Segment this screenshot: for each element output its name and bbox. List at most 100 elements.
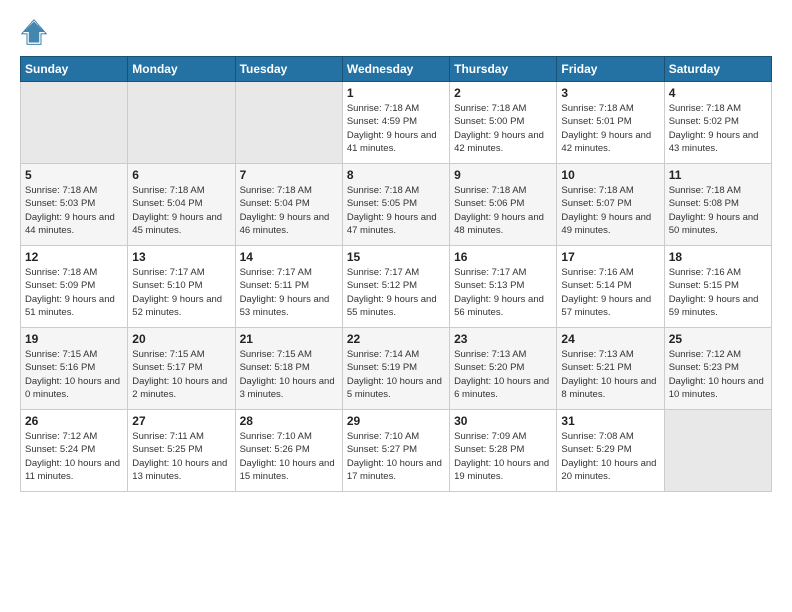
day-number: 17 xyxy=(561,250,659,264)
calendar-cell: 29Sunrise: 7:10 AM Sunset: 5:27 PM Dayli… xyxy=(342,410,449,492)
col-header-sunday: Sunday xyxy=(21,57,128,82)
calendar-week-0: 1 Sunrise: 7:18 AM Sunset: 4:59 PM Daylig… xyxy=(21,82,772,164)
cell-content: Sunrise: 7:18 AM Sunset: 5:06 PM Dayligh… xyxy=(454,184,552,237)
day-number: 13 xyxy=(132,250,230,264)
cell-content: Sunrise: 7:15 AM Sunset: 5:18 PM Dayligh… xyxy=(240,348,338,401)
calendar-cell: 5Sunrise: 7:18 AM Sunset: 5:03 PM Daylig… xyxy=(21,164,128,246)
day-number: 23 xyxy=(454,332,552,346)
calendar-cell: 17 Sunrise: 7:16 AM Sunset: 5:14 PM Dayli… xyxy=(557,246,664,328)
cell-content: Sunrise: 7:18 AM Sunset: 5:05 PM Dayligh… xyxy=(347,184,445,237)
day-number: 15 xyxy=(347,250,445,264)
calendar-cell: 8 Sunrise: 7:18 AM Sunset: 5:05 PM Daylig… xyxy=(342,164,449,246)
calendar-week-1: 5Sunrise: 7:18 AM Sunset: 5:03 PM Daylig… xyxy=(21,164,772,246)
cell-content: Sunrise: 7:18 AM Sunset: 5:04 PM Dayligh… xyxy=(240,184,338,237)
calendar-cell xyxy=(128,82,235,164)
calendar-cell: 10 Sunrise: 7:18 AM Sunset: 5:07 PM Dayli… xyxy=(557,164,664,246)
cell-content: Sunrise: 7:18 AM Sunset: 5:00 PM Dayligh… xyxy=(454,102,552,155)
calendar-week-2: 12 Sunrise: 7:18 AM Sunset: 5:09 PM Dayli… xyxy=(21,246,772,328)
day-number: 3 xyxy=(561,86,659,100)
logo-icon xyxy=(20,18,48,46)
day-number: 11 xyxy=(669,168,767,182)
cell-content: Sunrise: 7:18 AM Sunset: 4:59 PM Dayligh… xyxy=(347,102,445,155)
day-number: 22 xyxy=(347,332,445,346)
calendar-cell: 3 Sunrise: 7:18 AM Sunset: 5:01 PM Daylig… xyxy=(557,82,664,164)
calendar-cell: 30 Sunrise: 7:09 AM Sunset: 5:28 PM Dayli… xyxy=(450,410,557,492)
cell-content: Sunrise: 7:18 AM Sunset: 5:08 PM Dayligh… xyxy=(669,184,767,237)
calendar-cell: 7 Sunrise: 7:18 AM Sunset: 5:04 PM Daylig… xyxy=(235,164,342,246)
cell-content: Sunrise: 7:11 AM Sunset: 5:25 PM Dayligh… xyxy=(132,430,230,483)
calendar-cell: 2 Sunrise: 7:18 AM Sunset: 5:00 PM Daylig… xyxy=(450,82,557,164)
calendar-cell: 27 Sunrise: 7:11 AM Sunset: 5:25 PM Dayli… xyxy=(128,410,235,492)
calendar-cell: 13 Sunrise: 7:17 AM Sunset: 5:10 PM Dayli… xyxy=(128,246,235,328)
day-number: 9 xyxy=(454,168,552,182)
day-number: 1 xyxy=(347,86,445,100)
col-header-tuesday: Tuesday xyxy=(235,57,342,82)
day-number: 21 xyxy=(240,332,338,346)
calendar-cell: 12 Sunrise: 7:18 AM Sunset: 5:09 PM Dayli… xyxy=(21,246,128,328)
cell-content: Sunrise: 7:17 AM Sunset: 5:12 PM Dayligh… xyxy=(347,266,445,319)
cell-content: Sunrise: 7:10 AM Sunset: 5:26 PM Dayligh… xyxy=(240,430,338,483)
day-number: 26 xyxy=(25,414,123,428)
col-header-wednesday: Wednesday xyxy=(342,57,449,82)
calendar-week-4: 26 Sunrise: 7:12 AM Sunset: 5:24 PM Dayli… xyxy=(21,410,772,492)
day-number: 14 xyxy=(240,250,338,264)
calendar-cell: 22 Sunrise: 7:14 AM Sunset: 5:19 PM Dayli… xyxy=(342,328,449,410)
calendar-cell: 15 Sunrise: 7:17 AM Sunset: 5:12 PM Dayli… xyxy=(342,246,449,328)
calendar-cell xyxy=(664,410,771,492)
day-number: 4 xyxy=(669,86,767,100)
cell-content: Sunrise: 7:17 AM Sunset: 5:11 PM Dayligh… xyxy=(240,266,338,319)
calendar-cell: 21 Sunrise: 7:15 AM Sunset: 5:18 PM Dayli… xyxy=(235,328,342,410)
day-number: 24 xyxy=(561,332,659,346)
day-number: 8 xyxy=(347,168,445,182)
cell-content: Sunrise: 7:08 AM Sunset: 5:29 PM Dayligh… xyxy=(561,430,659,483)
page-container: SundayMondayTuesdayWednesdayThursdayFrid… xyxy=(0,0,792,502)
calendar-cell: 19Sunrise: 7:15 AM Sunset: 5:16 PM Dayli… xyxy=(21,328,128,410)
day-number: 16 xyxy=(454,250,552,264)
calendar-cell: 28 Sunrise: 7:10 AM Sunset: 5:26 PM Dayli… xyxy=(235,410,342,492)
calendar-cell: 31 Sunrise: 7:08 AM Sunset: 5:29 PM Dayli… xyxy=(557,410,664,492)
day-number: 20 xyxy=(132,332,230,346)
calendar-cell: 26 Sunrise: 7:12 AM Sunset: 5:24 PM Dayli… xyxy=(21,410,128,492)
calendar-cell: 11 Sunrise: 7:18 AM Sunset: 5:08 PM Dayli… xyxy=(664,164,771,246)
cell-content: Sunrise: 7:10 AM Sunset: 5:27 PM Dayligh… xyxy=(347,430,445,483)
cell-content: Sunrise: 7:14 AM Sunset: 5:19 PM Dayligh… xyxy=(347,348,445,401)
calendar-cell: 9 Sunrise: 7:18 AM Sunset: 5:06 PM Daylig… xyxy=(450,164,557,246)
day-number: 31 xyxy=(561,414,659,428)
cell-content: Sunrise: 7:17 AM Sunset: 5:10 PM Dayligh… xyxy=(132,266,230,319)
calendar-cell: 6 Sunrise: 7:18 AM Sunset: 5:04 PM Daylig… xyxy=(128,164,235,246)
cell-content: Sunrise: 7:13 AM Sunset: 5:20 PM Dayligh… xyxy=(454,348,552,401)
day-number: 10 xyxy=(561,168,659,182)
cell-content: Sunrise: 7:18 AM Sunset: 5:01 PM Dayligh… xyxy=(561,102,659,155)
day-number: 25 xyxy=(669,332,767,346)
cell-content: Sunrise: 7:18 AM Sunset: 5:03 PM Dayligh… xyxy=(25,184,123,237)
cell-content: Sunrise: 7:18 AM Sunset: 5:07 PM Dayligh… xyxy=(561,184,659,237)
day-number: 27 xyxy=(132,414,230,428)
cell-content: Sunrise: 7:12 AM Sunset: 5:24 PM Dayligh… xyxy=(25,430,123,483)
day-number: 30 xyxy=(454,414,552,428)
cell-content: Sunrise: 7:17 AM Sunset: 5:13 PM Dayligh… xyxy=(454,266,552,319)
day-number: 7 xyxy=(240,168,338,182)
col-header-saturday: Saturday xyxy=(664,57,771,82)
day-number: 6 xyxy=(132,168,230,182)
day-number: 2 xyxy=(454,86,552,100)
day-number: 12 xyxy=(25,250,123,264)
cell-content: Sunrise: 7:16 AM Sunset: 5:14 PM Dayligh… xyxy=(561,266,659,319)
day-number: 18 xyxy=(669,250,767,264)
calendar-cell: 16 Sunrise: 7:17 AM Sunset: 5:13 PM Dayli… xyxy=(450,246,557,328)
calendar-cell: 20Sunrise: 7:15 AM Sunset: 5:17 PM Dayli… xyxy=(128,328,235,410)
col-header-thursday: Thursday xyxy=(450,57,557,82)
cell-content: Sunrise: 7:18 AM Sunset: 5:04 PM Dayligh… xyxy=(132,184,230,237)
calendar-cell: 23 Sunrise: 7:13 AM Sunset: 5:20 PM Dayli… xyxy=(450,328,557,410)
col-header-friday: Friday xyxy=(557,57,664,82)
calendar-cell: 24Sunrise: 7:13 AM Sunset: 5:21 PM Dayli… xyxy=(557,328,664,410)
calendar-header-row: SundayMondayTuesdayWednesdayThursdayFrid… xyxy=(21,57,772,82)
day-number: 28 xyxy=(240,414,338,428)
calendar-week-3: 19Sunrise: 7:15 AM Sunset: 5:16 PM Dayli… xyxy=(21,328,772,410)
cell-content: Sunrise: 7:18 AM Sunset: 5:09 PM Dayligh… xyxy=(25,266,123,319)
col-header-monday: Monday xyxy=(128,57,235,82)
calendar-cell: 25Sunrise: 7:12 AM Sunset: 5:23 PM Dayli… xyxy=(664,328,771,410)
header xyxy=(20,18,772,46)
calendar-cell xyxy=(21,82,128,164)
cell-content: Sunrise: 7:09 AM Sunset: 5:28 PM Dayligh… xyxy=(454,430,552,483)
cell-content: Sunrise: 7:16 AM Sunset: 5:15 PM Dayligh… xyxy=(669,266,767,319)
